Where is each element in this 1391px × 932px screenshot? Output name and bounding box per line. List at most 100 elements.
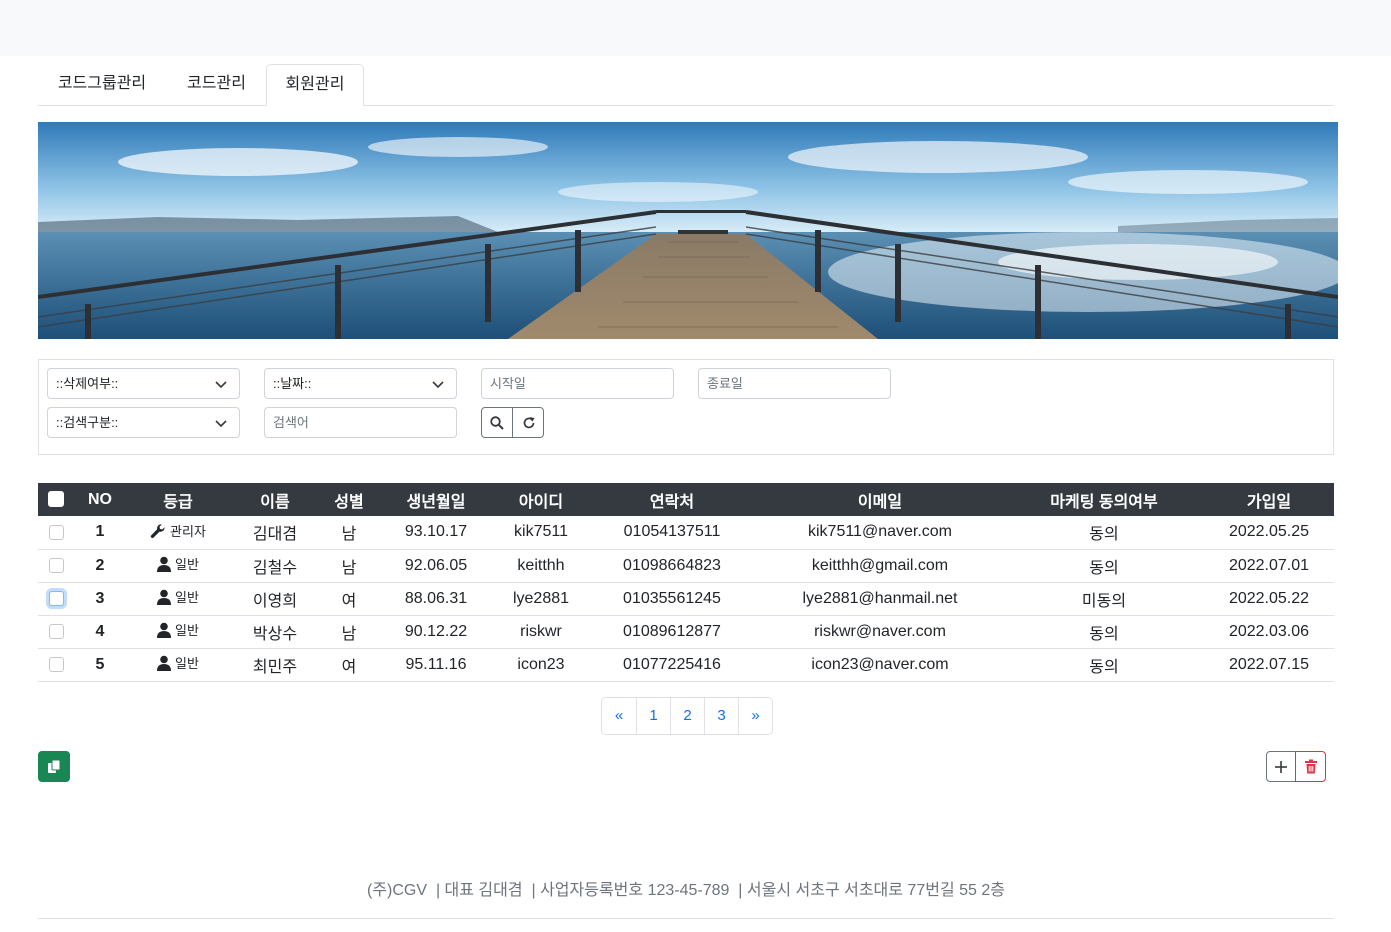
trash-icon — [1304, 759, 1317, 774]
banner-image — [38, 122, 1338, 339]
cell-grade: 일반 — [126, 549, 230, 583]
row-checkbox[interactable] — [48, 656, 64, 672]
page-prev[interactable]: « — [602, 698, 636, 734]
cell-grade: 일반 — [126, 582, 230, 616]
table-row[interactable]: 1 관리자 김대겸 남 93.10.17 kik7511 01054137511… — [38, 516, 1334, 550]
column-header-email: 이메일 — [857, 493, 903, 511]
grade-label: 일반 — [175, 590, 199, 606]
row-checkbox[interactable] — [48, 524, 64, 540]
date-type-select[interactable]: ::날짜:: — [264, 368, 457, 399]
row-select-cell — [38, 516, 74, 550]
row-select-cell — [38, 582, 74, 616]
page-3[interactable]: 3 — [704, 698, 738, 734]
select-all-cell — [38, 483, 74, 516]
start-date-input[interactable]: 시작일 — [481, 368, 674, 399]
column-header-gender: 성별 — [334, 493, 364, 511]
cell-id: riskwr — [494, 615, 588, 649]
cell-email: riskwr@naver.com — [756, 615, 1004, 649]
delete-status-select-value: ::삭제여부:: — [56, 376, 119, 391]
top-navbar — [0, 0, 1391, 56]
cell-joined: 2022.05.25 — [1204, 516, 1334, 550]
wrench-icon — [150, 523, 165, 538]
page-2[interactable]: 2 — [670, 698, 704, 734]
column-header-joined: 가입일 — [1246, 493, 1292, 511]
keyword-input[interactable]: 검색어 — [264, 407, 457, 438]
row-select-cell — [38, 549, 74, 583]
cell-no: 3 — [74, 582, 126, 616]
delete-button[interactable] — [1295, 751, 1326, 782]
cell-email: lye2881@hanmail.net — [756, 582, 1004, 616]
cell-name: 박상수 — [230, 615, 320, 649]
cell-no: 1 — [74, 516, 126, 550]
cell-no: 4 — [74, 615, 126, 649]
table-row[interactable]: 4 일반 박상수 남 90.12.22 riskwr 01089612877 r… — [38, 615, 1334, 649]
tab-code-group[interactable]: 코드그룹관리 — [38, 64, 166, 106]
cell-email: kik7511@naver.com — [756, 516, 1004, 550]
cell-id: keitthh — [494, 549, 588, 583]
tab-code[interactable]: 코드관리 — [168, 64, 265, 106]
search-icon — [490, 415, 504, 430]
user-icon — [157, 589, 172, 605]
chevron-down-icon — [215, 420, 227, 428]
cell-gender: 남 — [320, 549, 378, 583]
cell-email: keitthh@gmail.com — [756, 549, 1004, 583]
search-type-select-value: ::검색구분:: — [56, 415, 119, 430]
cell-gender: 남 — [320, 516, 378, 550]
select-all-checkbox[interactable] — [48, 491, 64, 508]
cell-id: icon23 — [494, 648, 588, 682]
search-button-group — [481, 407, 544, 438]
search-type-select[interactable]: ::검색구분:: — [47, 407, 240, 438]
row-checkbox[interactable] — [48, 590, 64, 606]
table-row[interactable]: 3 일반 이영희 여 88.06.31 lye2881 01035561245 … — [38, 582, 1334, 616]
user-icon — [157, 655, 172, 671]
column-header-phone: 연락처 — [649, 493, 695, 511]
copy-icon — [48, 759, 61, 773]
cell-gender: 여 — [320, 582, 378, 616]
page-1[interactable]: 1 — [636, 698, 670, 734]
delete-status-select[interactable]: ::삭제여부:: — [47, 368, 240, 399]
cell-joined: 2022.07.01 — [1204, 549, 1334, 583]
cell-no: 5 — [74, 648, 126, 682]
column-header-id: 아이디 — [518, 493, 564, 511]
pagination: « 1 2 3 » — [601, 697, 773, 735]
search-button[interactable] — [482, 408, 513, 437]
footer-company-info: (주)CGV | 대표 김대겸 | 사업자등록번호 123-45-789 | 서… — [367, 882, 1005, 899]
footer-divider — [38, 918, 1334, 919]
cell-name: 김대겸 — [230, 516, 320, 550]
cell-birth: 90.12.22 — [378, 615, 494, 649]
row-checkbox[interactable] — [48, 557, 64, 573]
column-header-marketing: 마케팅 동의여부 — [1050, 493, 1158, 511]
grade-label: 일반 — [175, 656, 199, 672]
cell-marketing: 동의 — [1004, 549, 1204, 583]
member-table: NO 등급 이름 성별 생년월일 아이디 연락처 이메일 마케팅 동의여부 가입… — [38, 483, 1334, 682]
cell-birth: 88.06.31 — [378, 582, 494, 616]
column-header-no: NO — [88, 490, 112, 508]
grade-label: 일반 — [175, 623, 199, 639]
column-header-grade: 등급 — [163, 493, 193, 511]
cell-id: kik7511 — [494, 516, 588, 550]
tab-bar: 코드그룹관리 코드관리 회원관리 — [38, 64, 1334, 106]
tab-member[interactable]: 회원관리 — [266, 64, 364, 106]
table-row[interactable]: 2 일반 김철수 남 92.06.05 keitthh 01098664823 … — [38, 549, 1334, 583]
chevron-down-icon — [215, 381, 227, 389]
table-row[interactable]: 5 일반 최민주 여 95.11.16 icon23 01077225416 i… — [38, 648, 1334, 682]
cell-email: icon23@naver.com — [756, 648, 1004, 682]
chevron-down-icon — [432, 381, 444, 389]
cell-grade: 일반 — [126, 648, 230, 682]
cell-grade: 일반 — [126, 615, 230, 649]
cell-marketing: 동의 — [1004, 615, 1204, 649]
refresh-icon — [523, 416, 535, 428]
cell-name: 최민주 — [230, 648, 320, 682]
cell-no: 2 — [74, 549, 126, 583]
cell-joined: 2022.05.22 — [1204, 582, 1334, 616]
end-date-input[interactable]: 종료일 — [698, 368, 891, 399]
page-next[interactable]: » — [738, 698, 772, 734]
user-icon — [157, 622, 172, 638]
add-button[interactable] — [1266, 751, 1296, 782]
reset-button[interactable] — [513, 408, 543, 437]
cell-birth: 93.10.17 — [378, 516, 494, 550]
cell-phone: 01089612877 — [588, 615, 756, 649]
copy-button[interactable] — [38, 751, 70, 782]
cell-phone: 01054137511 — [588, 516, 756, 550]
row-checkbox[interactable] — [48, 623, 64, 639]
